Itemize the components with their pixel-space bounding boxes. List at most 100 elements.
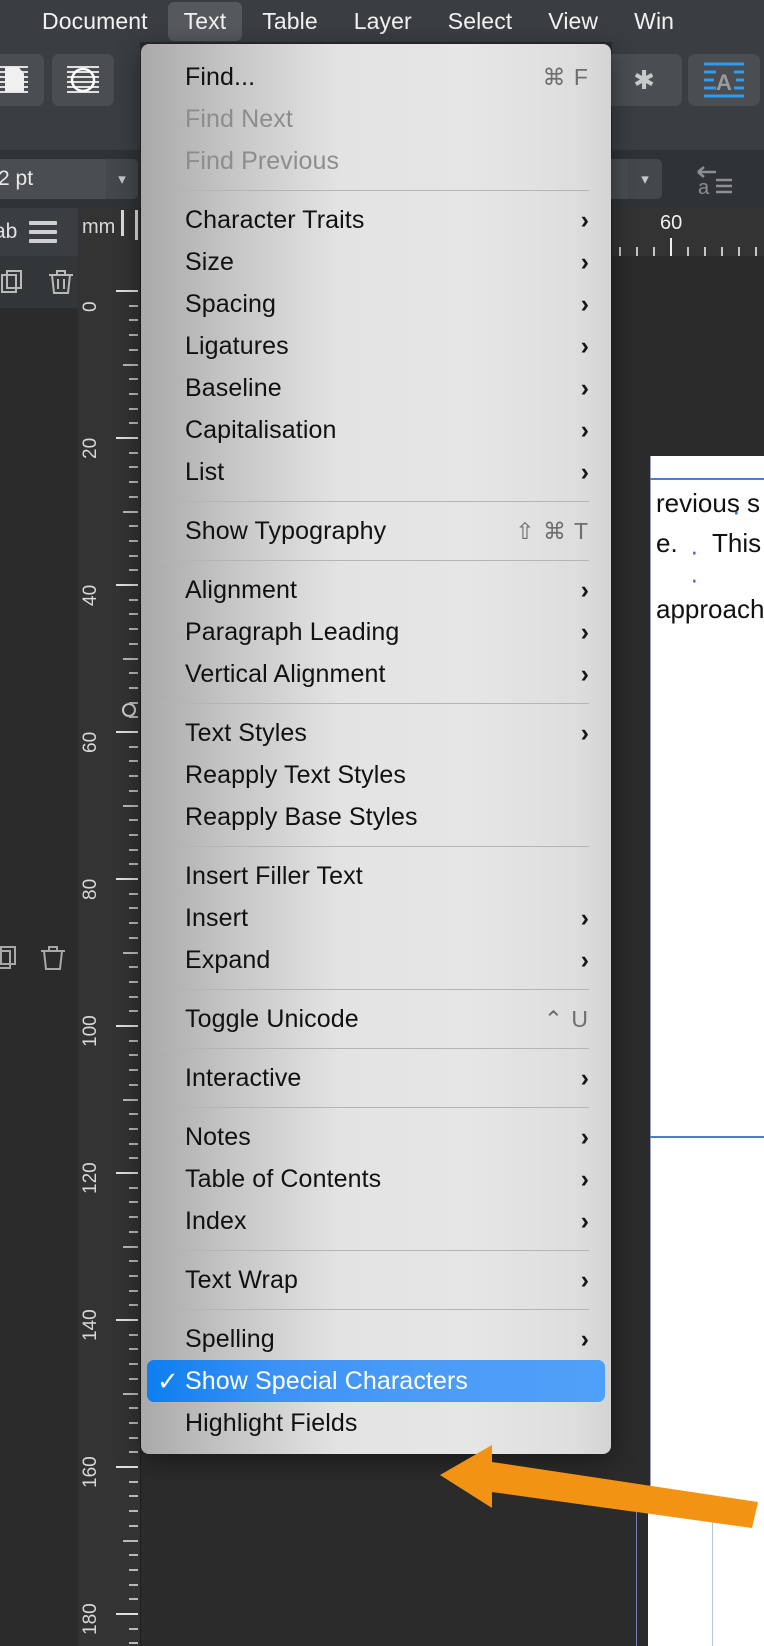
menu-item-toggle-unicode[interactable]: Toggle Unicode ⌃ U xyxy=(141,998,611,1040)
ruler-minor-tick xyxy=(123,363,138,366)
menu-item-table-of-contents[interactable]: Table of Contents › xyxy=(141,1158,611,1200)
menu-item-capitalisation[interactable]: Capitalisation › xyxy=(141,409,611,451)
menu-item-label: Show Special Characters xyxy=(185,1366,468,1395)
duplicate-icon-2[interactable] xyxy=(0,941,24,975)
trash-icon[interactable] xyxy=(44,265,78,299)
menu-item-text-styles[interactable]: Text Styles › xyxy=(141,712,611,754)
ruler-minor-tick xyxy=(129,863,138,866)
text-direction-icon[interactable]: a xyxy=(694,164,736,203)
ruler-major-tick xyxy=(116,1613,138,1615)
ruler-minor-tick xyxy=(129,716,138,719)
ruler-minor-tick xyxy=(129,319,138,322)
ruler-minor-tick xyxy=(129,1142,138,1145)
ruler-minor-tick xyxy=(129,745,138,748)
horizontal-ruler[interactable]: 60 xyxy=(612,208,764,257)
menu-item-show-special-characters[interactable]: ✓ Show Special Characters xyxy=(147,1360,605,1402)
menu-item-baseline[interactable]: Baseline › xyxy=(141,367,611,409)
ruler-minor-tick xyxy=(129,1083,138,1086)
svg-text:a: a xyxy=(698,177,710,198)
ruler-major-tick xyxy=(116,290,138,292)
menu-hamburger-icon[interactable] xyxy=(29,221,58,243)
menu-separator xyxy=(163,501,589,502)
menu-item-label: Spelling xyxy=(185,1324,275,1353)
menu-separator xyxy=(163,560,589,561)
menu-item-text-wrap[interactable]: Text Wrap › xyxy=(141,1259,611,1301)
ruler-minor-tick xyxy=(129,1304,138,1307)
chevron-right-icon: › xyxy=(580,247,589,276)
menu-item-insert[interactable]: Insert › xyxy=(141,897,611,939)
check-icon: ✓ xyxy=(157,1365,179,1396)
menubar-item-document[interactable]: Document xyxy=(26,2,164,41)
menubar-item-text[interactable]: Text xyxy=(167,1,243,41)
menu-item-paragraph-leading[interactable]: Paragraph Leading › xyxy=(141,611,611,653)
menu-item-size[interactable]: Size › xyxy=(141,241,611,283)
chevron-down-icon[interactable]: ▾ xyxy=(106,159,138,199)
trash-icon-2[interactable] xyxy=(36,941,70,975)
ruler-minor-tick xyxy=(129,1598,138,1601)
ruler-minor-tick xyxy=(129,1186,138,1189)
menu-item-interactive[interactable]: Interactive › xyxy=(141,1057,611,1099)
duplicate-icon[interactable] xyxy=(0,265,30,299)
menu-item-show-typography[interactable]: Show Typography ⇧ ⌘ T xyxy=(141,510,611,552)
ruler-tick xyxy=(653,247,655,256)
ruler-origin-marker[interactable] xyxy=(122,703,136,717)
ruler-handle-icon-2[interactable] xyxy=(121,210,124,236)
menu-item-highlight-fields[interactable]: Highlight Fields xyxy=(141,1402,611,1444)
menu-item-notes[interactable]: Notes › xyxy=(141,1116,611,1158)
shape-tool-button[interactable] xyxy=(52,54,114,106)
menubar-item-layer[interactable]: Layer xyxy=(338,2,428,41)
text-dropdown-menu[interactable]: Find... ⌘ F Find Next Find Previous Characte… xyxy=(141,44,611,1454)
menu-item-expand[interactable]: Expand › xyxy=(141,939,611,981)
ruler-minor-tick xyxy=(123,1539,138,1542)
ruler-minor-tick xyxy=(129,1407,138,1410)
document-page xyxy=(650,456,764,1646)
vertical-ruler[interactable]: mm 0 20 40 60 80 100 120 140 160 180 xyxy=(78,208,141,1646)
menu-item-list[interactable]: List › xyxy=(141,451,611,493)
chevron-down-icon-right[interactable]: ▾ xyxy=(628,159,662,199)
svg-text:A: A xyxy=(716,70,732,95)
menubar-item-table[interactable]: Table xyxy=(246,2,333,41)
ruler-handle-icon[interactable] xyxy=(135,210,138,240)
ruler-minor-tick xyxy=(129,966,138,969)
left-toolbar xyxy=(0,42,140,151)
menu-item-vertical-alignment[interactable]: Vertical Alignment › xyxy=(141,653,611,695)
circle-icon xyxy=(66,63,100,97)
ruler-tick xyxy=(704,247,706,256)
ruler-label: 60 xyxy=(80,731,101,753)
menu-item-label: Text Wrap xyxy=(185,1265,298,1294)
menu-item-label: Toggle Unicode xyxy=(185,1004,359,1033)
menu-item-reapply-text-styles[interactable]: Reapply Text Styles xyxy=(141,754,611,796)
ruler-minor-tick xyxy=(129,1627,138,1630)
menu-item-character-traits[interactable]: Character Traits › xyxy=(141,199,611,241)
menu-item-label: Expand xyxy=(185,945,271,974)
asterisk-button[interactable]: ✱ xyxy=(606,54,682,106)
ruler-minor-tick xyxy=(129,892,138,895)
ruler-minor-tick xyxy=(129,1113,138,1116)
page-tool-button[interactable] xyxy=(0,54,44,106)
chevron-right-icon: › xyxy=(580,373,589,402)
menu-item-label: Insert xyxy=(185,903,249,932)
menubar-item-view[interactable]: View xyxy=(532,2,614,41)
menu-item-ligatures[interactable]: Ligatures › xyxy=(141,325,611,367)
ruler-minor-tick xyxy=(129,1583,138,1586)
menu-separator xyxy=(163,1048,589,1049)
ruler-minor-tick xyxy=(129,760,138,763)
menubar-item-window[interactable]: Win xyxy=(618,2,690,41)
stroke-width-input[interactable]: 2 pt xyxy=(0,159,106,199)
menu-item-spacing[interactable]: Spacing › xyxy=(141,283,611,325)
menu-item-find[interactable]: Find... ⌘ F xyxy=(141,56,611,98)
ruler-minor-tick xyxy=(123,1098,138,1101)
document-canvas[interactable]: revious s e. This approach · · · · xyxy=(612,256,764,1646)
text-frame-button[interactable]: A xyxy=(688,54,760,106)
page-lower-left-edge xyxy=(636,1496,637,1646)
menu-item-label: Baseline xyxy=(185,373,282,402)
menubar-item-select[interactable]: Select xyxy=(432,2,529,41)
menu-item-insert-filler-text[interactable]: Insert Filler Text xyxy=(141,855,611,897)
ruler-minor-tick xyxy=(129,1054,138,1057)
menu-item-alignment[interactable]: Alignment › xyxy=(141,569,611,611)
menu-item-spelling[interactable]: Spelling › xyxy=(141,1318,611,1360)
menu-item-reapply-base-styles[interactable]: Reapply Base Styles xyxy=(141,796,611,838)
ruler-minor-tick xyxy=(129,554,138,557)
menu-item-index[interactable]: Index › xyxy=(141,1200,611,1242)
menu-bar: Document Text Table Layer Select View Wi… xyxy=(0,0,764,42)
